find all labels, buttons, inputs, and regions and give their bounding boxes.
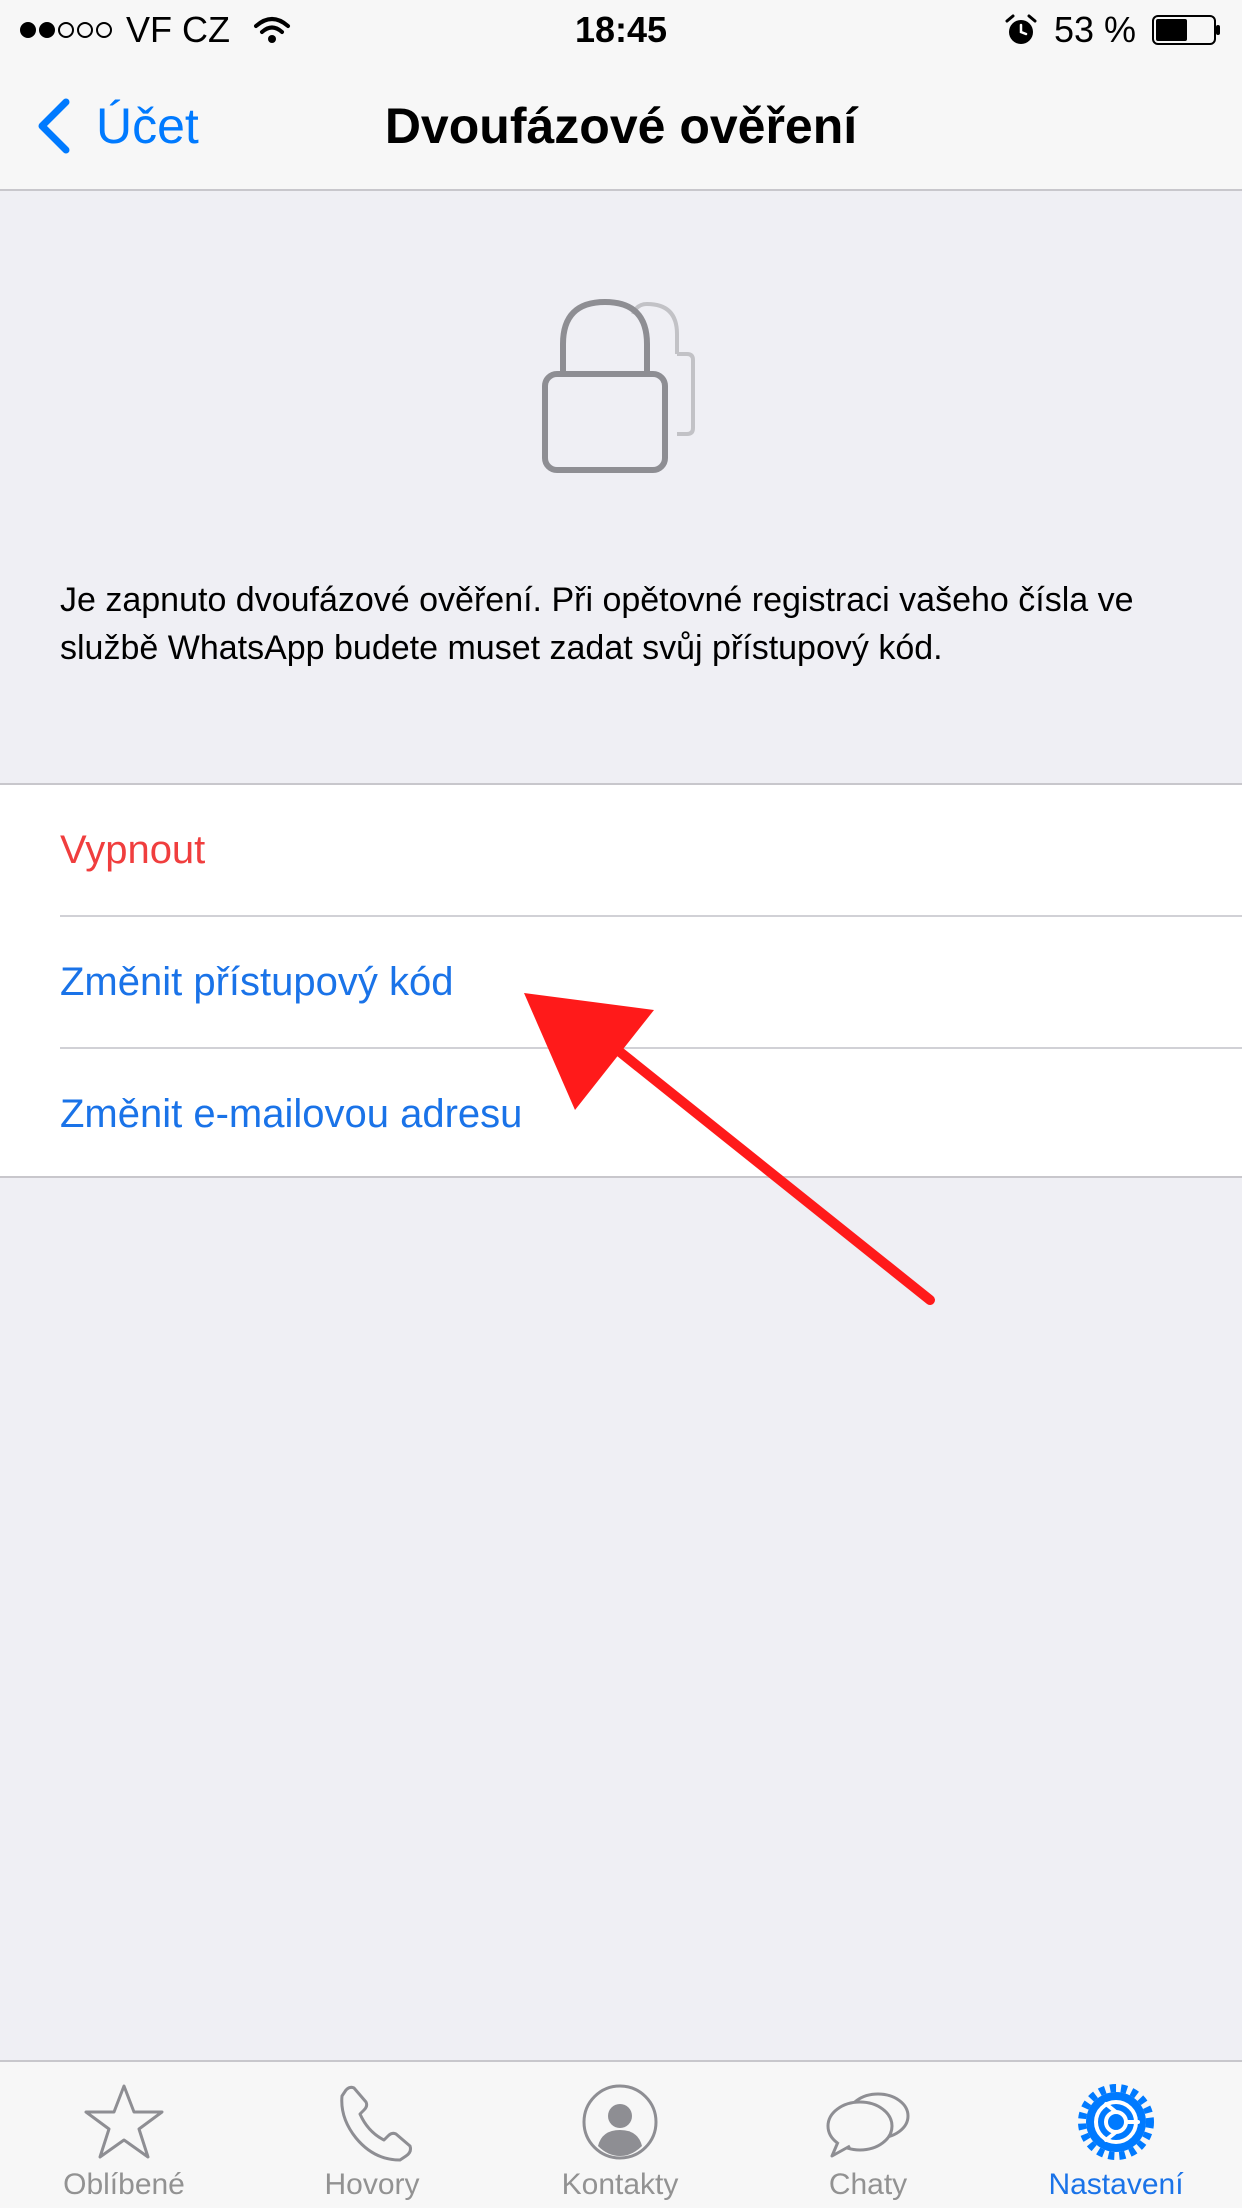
tab-label: Kontakty bbox=[561, 2168, 679, 2201]
tab-label: Nastavení bbox=[1048, 2168, 1184, 2201]
phone-icon bbox=[340, 2085, 412, 2162]
settings-icon bbox=[1078, 2084, 1154, 2160]
status-right: 53 % bbox=[1004, 8, 1222, 52]
disable-button[interactable]: Vypnout bbox=[60, 785, 1242, 915]
two-step-description: Je zapnuto dvoufázové ověření. Při opěto… bbox=[60, 581, 1134, 667]
page-title: Dvoufázové ověření bbox=[384, 98, 858, 154]
tab-bar: Oblíbené Hovory Kontakty Chaty Nastavení bbox=[0, 2060, 1242, 2208]
battery-percentage: 53 % bbox=[1053, 9, 1136, 50]
star-icon bbox=[84, 2084, 164, 2159]
tab-label: Chaty bbox=[828, 2168, 908, 2201]
contact-icon bbox=[582, 2084, 658, 2160]
navigation-bar: Účet Dvoufázové ověření bbox=[0, 60, 1242, 191]
battery-icon bbox=[1152, 15, 1220, 45]
status-bar: VF CZ 18:45 53 % bbox=[0, 0, 1242, 60]
tab-chats[interactable]: Chaty bbox=[744, 2062, 992, 2208]
tab-contacts[interactable]: Kontakty bbox=[496, 2062, 744, 2208]
chat-icon bbox=[826, 2092, 910, 2158]
padlock-icon bbox=[542, 298, 695, 473]
tab-settings[interactable]: Nastavení bbox=[992, 2062, 1240, 2208]
tab-label: Hovory bbox=[324, 2168, 420, 2201]
annotation-arrow bbox=[524, 993, 935, 1305]
tab-favorites[interactable]: Oblíbené bbox=[0, 2062, 248, 2208]
tab-label: Oblíbené bbox=[63, 2168, 185, 2201]
alarm-icon bbox=[1005, 14, 1037, 44]
tab-calls[interactable]: Hovory bbox=[248, 2062, 496, 2208]
